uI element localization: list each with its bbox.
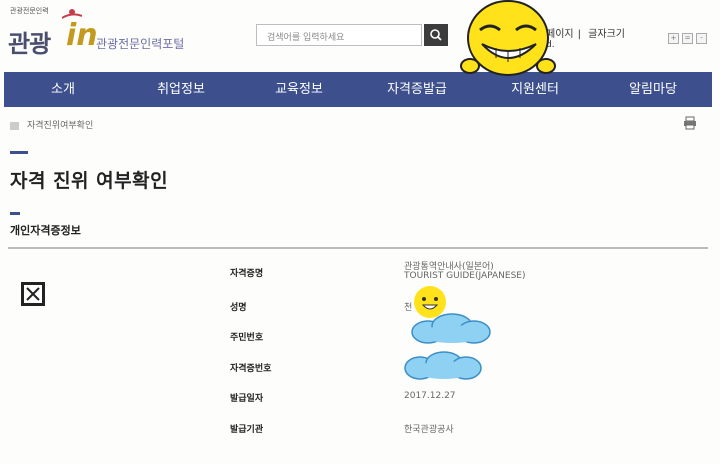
section-accent-bar — [10, 212, 20, 215]
font-size-controls: + = - — [668, 25, 710, 44]
search-field[interactable] — [256, 24, 422, 48]
font-decrease-button[interactable]: - — [696, 33, 707, 44]
title-accent-bar — [10, 151, 28, 154]
search-input[interactable] — [257, 28, 421, 48]
value-issuer: 한국관광공사 — [404, 425, 454, 435]
logo-tagline: 관광전문인력 — [10, 7, 49, 15]
label-issuer: 발급기관 — [230, 425, 264, 435]
photo-placeholder-icon — [21, 282, 45, 306]
cloud-sticker-icon — [404, 351, 482, 380]
emoji-sticker-icon — [460, 0, 556, 76]
nav-item-intro[interactable]: 소개 — [4, 72, 122, 107]
section-title: 개인자격증정보 — [10, 224, 81, 237]
section-divider — [8, 247, 708, 249]
logo-in-mark: in — [66, 18, 98, 53]
portal-name: 관광전문인력포털 — [96, 37, 185, 51]
search-button[interactable] — [424, 24, 448, 46]
label-name: 성명 — [230, 303, 247, 313]
nav-item-notice[interactable]: 알림마당 — [594, 72, 712, 107]
main-navigation: 소개 취업정보 교육정보 자격증발급 지원센터 알림마당 — [4, 72, 712, 107]
label-issue-date: 발급일자 — [230, 394, 264, 404]
label-cert-name: 자격증명 — [230, 269, 264, 279]
label-cert-no: 자격증번호 — [230, 364, 272, 374]
search-icon — [430, 29, 442, 41]
cloud-sticker-icon — [411, 313, 491, 344]
breadcrumb-current: 자격진위여부확인 — [27, 121, 94, 131]
page-title: 자격 진위 여부확인 — [10, 170, 169, 192]
home-icon[interactable] — [10, 121, 19, 130]
value-issue-date: 2017.12.27 — [404, 391, 456, 401]
utility-links: 페이지 | 글자크기 — [546, 29, 625, 40]
site-logo[interactable]: 관광전문인력 관광 in — [8, 6, 98, 62]
label-resident-no: 주민번호 — [230, 333, 264, 343]
font-increase-button[interactable]: + — [668, 33, 679, 44]
logo-text: 관광 — [8, 30, 51, 58]
print-icon[interactable] — [683, 116, 697, 130]
nav-item-education[interactable]: 교육정보 — [240, 72, 358, 107]
value-cert-name-en: TOURIST GUIDE(JAPANESE) — [404, 271, 526, 281]
util-link-font-size[interactable]: 글자크기 — [588, 29, 625, 40]
breadcrumb: 자격진위여부확인 — [10, 118, 93, 131]
nav-item-jobs[interactable]: 취업정보 — [122, 72, 240, 107]
font-reset-button[interactable]: = — [682, 33, 693, 44]
